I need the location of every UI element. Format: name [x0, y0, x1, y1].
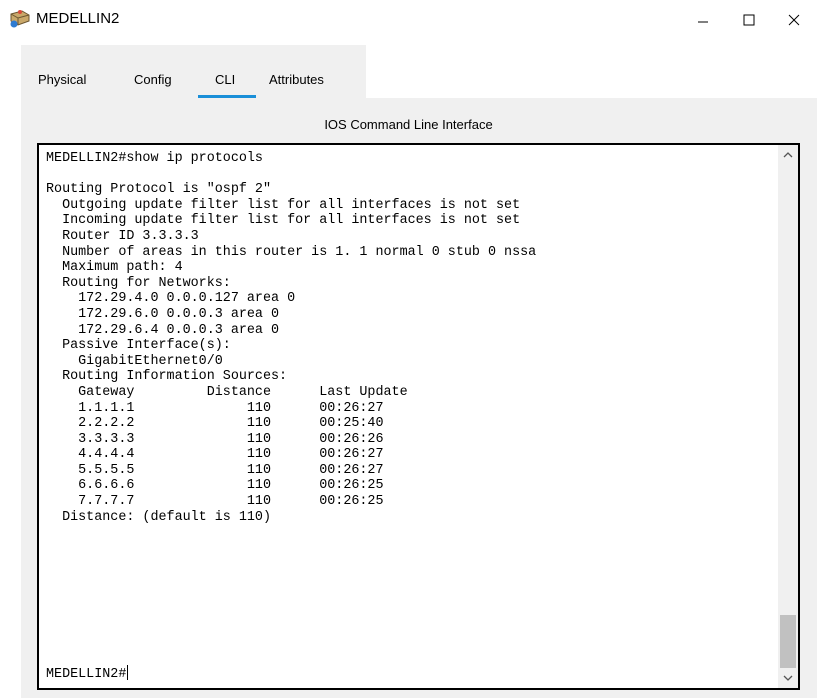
close-icon — [788, 14, 800, 26]
vertical-scrollbar[interactable] — [778, 145, 798, 688]
chevron-down-icon — [783, 675, 793, 681]
prompt-text: MEDELLIN2# — [46, 667, 127, 683]
maximize-icon — [743, 14, 755, 26]
minimize-icon — [698, 21, 708, 23]
tab-physical[interactable]: Physical — [38, 72, 86, 87]
tab-cli[interactable]: CLI — [215, 72, 235, 87]
router-icon — [9, 8, 31, 30]
scroll-up-button[interactable] — [778, 145, 798, 165]
text-cursor — [127, 665, 129, 681]
tab-config[interactable]: Config — [134, 72, 172, 87]
maximize-button[interactable] — [726, 0, 772, 40]
window-title: MEDELLIN2 — [36, 10, 120, 27]
chevron-up-icon — [783, 152, 793, 158]
scrollbar-thumb[interactable] — [780, 615, 796, 668]
minimize-button[interactable] — [680, 0, 726, 40]
terminal-output: MEDELLIN2#show ip protocols Routing Prot… — [46, 151, 537, 525]
scroll-down-button[interactable] — [778, 668, 798, 688]
window-titlebar: MEDELLIN2 — [0, 0, 817, 40]
tab-attributes[interactable]: Attributes — [269, 72, 324, 87]
tab-bar: Physical Config CLI Attributes — [21, 45, 366, 98]
close-button[interactable] — [771, 0, 817, 40]
terminal-prompt[interactable]: MEDELLIN2# — [46, 665, 129, 683]
section-title: IOS Command Line Interface — [324, 117, 493, 132]
cli-terminal[interactable]: MEDELLIN2#show ip protocols Routing Prot… — [37, 143, 800, 690]
